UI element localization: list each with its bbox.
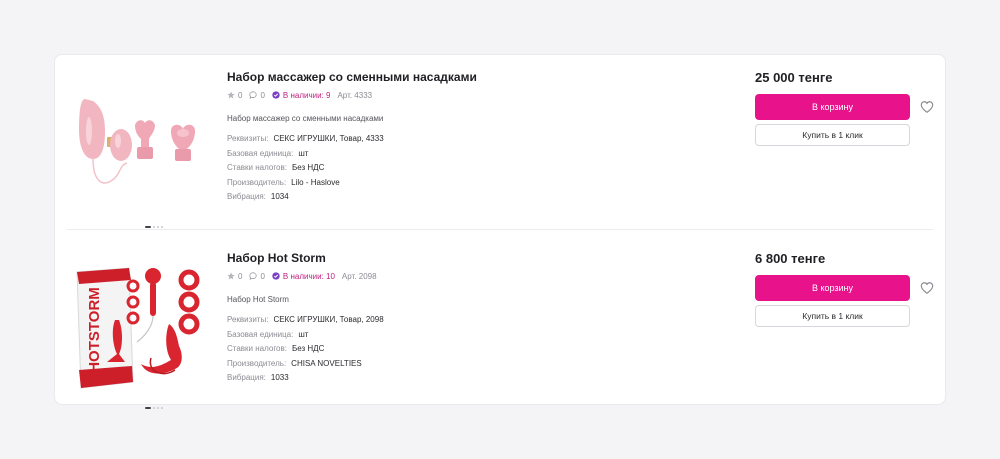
property-row: Ставки налогов: Без НДС [227,163,707,173]
divider [67,229,933,230]
rating[interactable]: 0 [227,272,242,281]
check-badge-icon [272,91,280,99]
product-meta: 0 0 В наличии: 9 Арт. 4333 [227,90,707,100]
product-description: Набор Hot Storm [227,295,289,304]
property-row: Вибрация: 1033 [227,373,707,383]
product-title[interactable]: Набор Hot Storm [227,251,707,265]
property-row: Базовая единица: шт [227,330,707,340]
property-value: шт [298,148,309,158]
property-key: Базовая единица: [227,148,294,158]
product-price: 6 800 тенге [755,251,826,266]
product-price: 25 000 тенге [755,70,833,85]
property-row: Вибрация: 1034 [227,192,707,202]
box-brand-text: HOTSTORM [86,287,103,373]
stock-status: В наличии: 9 [272,90,331,100]
property-value: 1033 [270,373,289,382]
property-key: Производитель: [227,358,287,368]
product-properties: Реквизиты: СЕКС ИГРУШКИ, Товар, 2098 Базо… [227,315,707,383]
property-row: Реквизиты: СЕКС ИГРУШКИ, Товар, 4333 [227,134,707,144]
rating[interactable]: 0 [227,91,242,100]
product-meta: 0 0 В наличии: 10 Арт. 2098 [227,271,707,281]
rating-value: 0 [238,271,243,281]
stock-status: В наличии: 10 [272,272,335,281]
property-row: Базовая единица: шт [227,149,707,159]
rating-value: 0 [238,90,243,100]
product-image[interactable]: HOTSTORM [71,250,207,409]
property-value: Lilo - Haslove [291,177,340,187]
buy-one-click-button[interactable]: Купить в 1 клик [755,305,910,327]
property-value: Без НДС [291,163,325,172]
property-key: Вибрация: [227,192,266,201]
property-row: Производитель: CHISA NOVELTIES [227,359,707,369]
article-number: Арт. 4333 [337,90,373,100]
property-row: Производитель: Lilo - Haslove [227,178,707,188]
check-badge-icon [272,272,280,280]
product-info: Набор массажер со сменными насадками 0 0… [227,70,707,207]
property-row: Ставки налогов: Без НДС [227,344,707,354]
property-key: Базовая единица: [227,329,294,339]
property-value: 1034 [270,192,289,201]
heart-icon[interactable] [920,281,934,295]
product-properties: Реквизиты: СЕКС ИГРУШКИ, Товар, 4333 Базо… [227,134,707,202]
property-value: СЕКС ИГРУШКИ, Товар, 4333 [273,134,384,143]
image-carousel-dots[interactable] [145,226,163,228]
comments-count: 0 [260,271,265,281]
stock-text: В наличии: 9 [282,90,331,100]
property-key: Ставки налогов: [227,344,287,353]
buy-one-click-button[interactable]: Купить в 1 клик [755,124,910,146]
property-key: Ставки налогов: [227,163,287,172]
property-row: Реквизиты: СЕКС ИГРУШКИ, Товар, 2098 [227,315,707,325]
product-info: Набор Hot Storm 0 0 В наличии: 10 Арт. 2… [227,251,707,388]
property-key: Вибрация: [227,373,266,382]
add-to-cart-button[interactable]: В корзину [755,275,910,301]
property-key: Реквизиты: [227,134,269,143]
comments-count: 0 [260,90,265,100]
product-list-card: Набор массажер со сменными насадками 0 0… [54,54,947,409]
product-item: Набор массажер со сменными насадками 0 0… [55,55,947,231]
property-key: Реквизиты: [227,315,269,324]
product-item: HOTSTORM Набор Hot Storm 0 0 В наличии: … [55,236,947,412]
property-value: CHISA NOVELTIES [291,358,362,368]
property-value: шт [298,329,309,339]
red-hot-storm-kit-image: HOTSTORM [76,267,200,389]
comment-icon [249,91,258,99]
article-number: Арт. 2098 [341,271,377,281]
property-value: СЕКС ИГРУШКИ, Товар, 2098 [273,315,384,324]
add-to-cart-button[interactable]: В корзину [755,94,910,120]
star-icon [227,272,235,280]
property-key: Производитель: [227,177,287,187]
property-value: Без НДС [291,344,325,353]
image-carousel-dots[interactable] [145,407,163,409]
comment-icon [249,272,258,280]
product-image[interactable] [71,69,207,228]
stock-text: В наличии: 10 [282,271,335,281]
heart-icon[interactable] [920,100,934,114]
pink-massager-set-image [79,99,195,184]
star-icon [227,91,235,99]
comments[interactable]: 0 [249,90,265,100]
product-description: Набор массажер со сменными насадками [227,114,384,123]
product-title[interactable]: Набор массажер со сменными насадками [227,70,707,84]
comments[interactable]: 0 [249,271,265,281]
